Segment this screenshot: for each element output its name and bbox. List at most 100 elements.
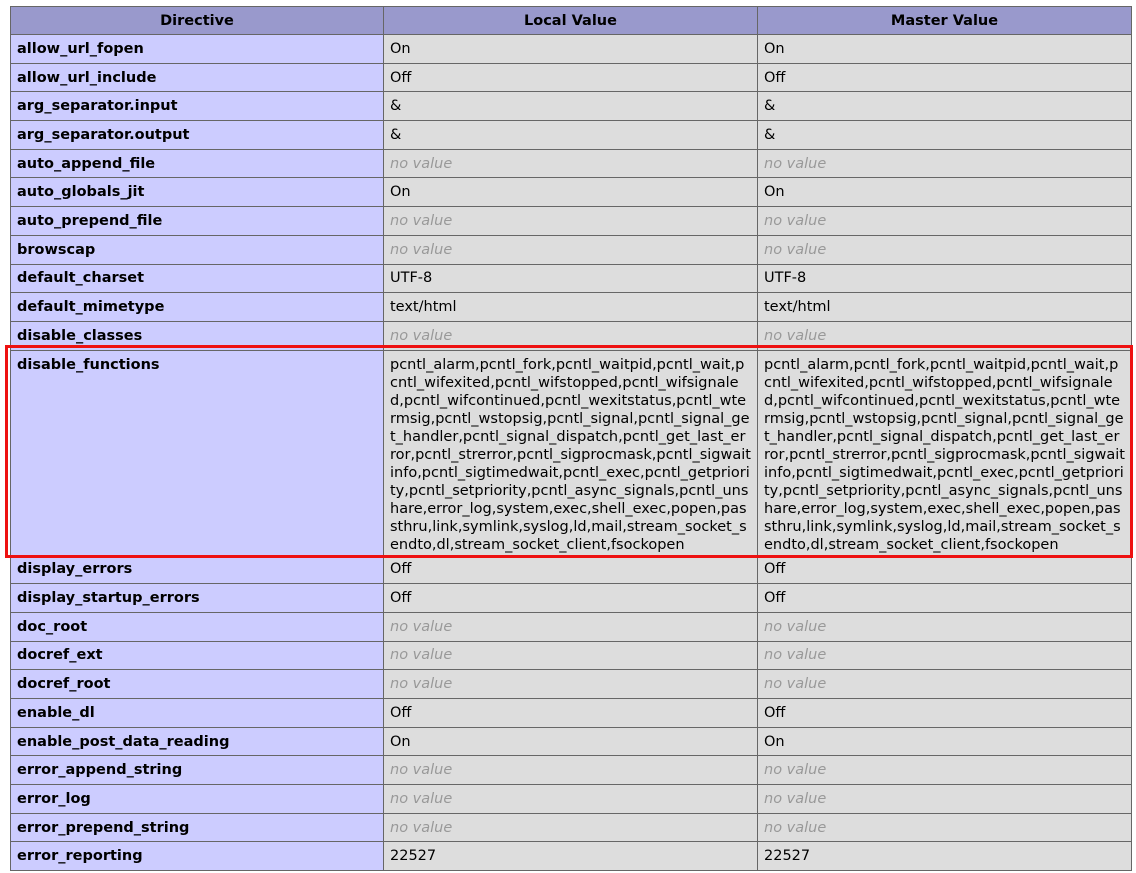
- master-value-text: text/html: [764, 299, 831, 316]
- local-value: &: [383, 120, 758, 150]
- table-row: enable_post_data_reading On On: [10, 726, 1132, 757]
- master-value-text: Off: [764, 69, 786, 86]
- master-value-text: UTF-8: [764, 270, 807, 287]
- table-row: docref_ext no value no value: [10, 640, 1132, 671]
- master-value: no value: [757, 234, 1132, 265]
- master-value-text: Off: [764, 561, 786, 578]
- table-row: docref_root no value no value: [10, 669, 1132, 699]
- master-value-text: On: [764, 40, 785, 57]
- master-value: no value: [757, 669, 1132, 699]
- master-value: no value: [757, 206, 1132, 236]
- local-value-text: text/html: [390, 299, 457, 316]
- table-row: allow_url_fopen On On: [10, 34, 1132, 64]
- local-value: On: [383, 726, 758, 757]
- master-value: no value: [757, 755, 1132, 786]
- master-value-text: no value: [764, 618, 827, 635]
- directive-name: docref_ext: [10, 640, 384, 671]
- directive-name: allow_url_fopen: [10, 34, 384, 64]
- table-row: allow_url_include Off Off: [10, 62, 1132, 93]
- directive-name: default_mimetype: [10, 292, 384, 322]
- table-row: error_prepend_string no value no value: [10, 812, 1132, 843]
- directive-name: error_append_string: [10, 755, 384, 786]
- master-value-text: &: [764, 98, 776, 115]
- local-value: no value: [383, 234, 758, 265]
- table-row: default_charset UTF-8 UTF-8: [10, 263, 1132, 294]
- directive-name: auto_globals_jit: [10, 177, 384, 208]
- directive-name: display_errors: [10, 554, 384, 585]
- table-row: browscap no value no value: [10, 234, 1132, 265]
- directive-name: arg_separator.input: [10, 91, 384, 122]
- master-value-text: no value: [764, 212, 827, 229]
- master-value: UTF-8: [757, 263, 1132, 294]
- directive-name: doc_root: [10, 611, 384, 642]
- directive-name: enable_dl: [10, 698, 384, 728]
- local-value: text/html: [383, 292, 758, 322]
- local-value-text: &: [390, 98, 402, 115]
- directive-name: allow_url_include: [10, 62, 384, 93]
- table-row: disable_functions pcntl_alarm,pcntl_fork,…: [10, 349, 1132, 556]
- master-value: On: [757, 726, 1132, 757]
- local-value: Off: [383, 583, 758, 613]
- directive-name: arg_separator.output: [10, 120, 384, 150]
- master-value-text: no value: [764, 647, 827, 664]
- directive-name: default_charset: [10, 263, 384, 294]
- local-value-text: On: [390, 40, 411, 57]
- master-value: &: [757, 120, 1132, 150]
- table-row: disable_classes no value no value: [10, 320, 1132, 351]
- directive-name: display_startup_errors: [10, 583, 384, 613]
- table-row: arg_separator.output & &: [10, 120, 1132, 150]
- php-ini-directives-table: Directive Local Value Master Value allow…: [10, 6, 1132, 872]
- local-value-text: no value: [390, 241, 453, 258]
- table-row: doc_root no value no value: [10, 611, 1132, 642]
- master-value: Off: [757, 554, 1132, 585]
- table-row: arg_separator.input & &: [10, 91, 1132, 122]
- master-value: &: [757, 91, 1132, 122]
- master-value: On: [757, 177, 1132, 208]
- table-row: default_mimetype text/html text/html: [10, 292, 1132, 322]
- column-header-local-value: Local Value: [383, 6, 758, 35]
- directive-name: auto_append_file: [10, 148, 384, 179]
- directive-name: browscap: [10, 234, 384, 265]
- local-value-text: Off: [390, 704, 412, 721]
- local-value-text: no value: [390, 819, 453, 836]
- table-body: allow_url_fopen On On allow_url_include Off O…: [10, 34, 1132, 872]
- master-value: Off: [757, 62, 1132, 93]
- master-value: Off: [757, 583, 1132, 613]
- local-value: Off: [383, 62, 758, 93]
- master-value-text: On: [764, 184, 785, 201]
- master-value: text/html: [757, 292, 1132, 322]
- local-value-text: no value: [390, 647, 453, 664]
- local-value-text: no value: [390, 155, 453, 172]
- master-value: no value: [757, 320, 1132, 351]
- local-value-text: &: [390, 126, 402, 143]
- directive-name: docref_root: [10, 669, 384, 699]
- master-value-text: no value: [764, 155, 827, 172]
- master-value: no value: [757, 812, 1132, 843]
- master-value: no value: [757, 148, 1132, 179]
- table-row: error_log no value no value: [10, 784, 1132, 814]
- local-value: no value: [383, 206, 758, 236]
- local-value-text: no value: [390, 676, 453, 693]
- directive-name: enable_post_data_reading: [10, 726, 384, 757]
- local-value-text: no value: [390, 618, 453, 635]
- table-row: enable_dl Off Off: [10, 698, 1132, 728]
- table-row: error_reporting 22527 22527: [10, 841, 1132, 872]
- table-row: auto_append_file no value no value: [10, 148, 1132, 179]
- master-value-text: 22527: [764, 848, 811, 865]
- master-value: pcntl_alarm,pcntl_fork,pcntl_waitpid,pcn…: [757, 349, 1132, 556]
- local-value-text: no value: [390, 327, 453, 344]
- directive-name: disable_classes: [10, 320, 384, 351]
- master-value: On: [757, 34, 1132, 64]
- table-row: auto_prepend_file no value no value: [10, 206, 1132, 236]
- local-value-text: Off: [390, 590, 412, 607]
- column-header-master-value: Master Value: [757, 6, 1132, 35]
- master-value-text: no value: [764, 819, 827, 836]
- directive-name: error_log: [10, 784, 384, 814]
- local-value: On: [383, 177, 758, 208]
- local-value-text: On: [390, 733, 411, 750]
- column-header-directive: Directive: [10, 6, 384, 35]
- local-value: 22527: [383, 841, 758, 872]
- directive-name: error_reporting: [10, 841, 384, 872]
- master-value-text: Off: [764, 590, 786, 607]
- master-value-text: &: [764, 126, 776, 143]
